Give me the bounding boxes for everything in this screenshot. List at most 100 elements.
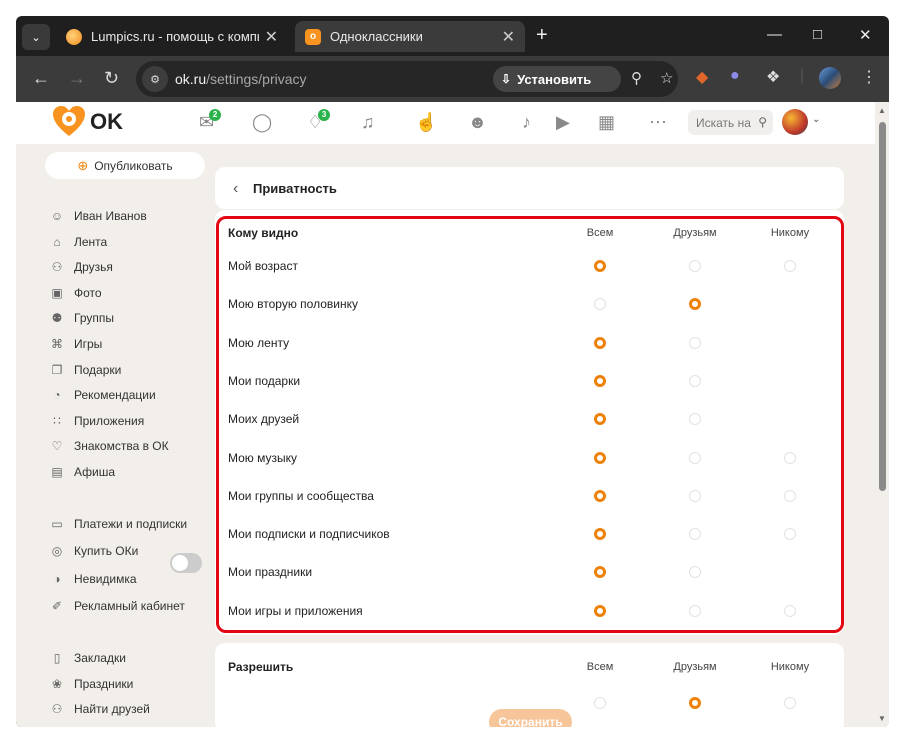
- sidebar-item[interactable]: ◎ Купить ОКи: [49, 541, 139, 561]
- tab-title: Lumpics.ru - помощь с компьютером: [91, 29, 259, 44]
- sidebar-item[interactable]: ⚉ Группы: [49, 308, 114, 328]
- sidebar-item[interactable]: ◑ Невидимка: [49, 569, 136, 589]
- user-avatar[interactable]: [782, 109, 808, 135]
- sidebar-item[interactable]: ▭ Платежи и подписки: [49, 514, 187, 534]
- apps-grid-icon[interactable]: ⋯: [649, 112, 667, 132]
- sidebar-item[interactable]: ∷ Приложения: [49, 411, 144, 431]
- sidebar-item-label: Закладки: [74, 651, 126, 665]
- ok-logo[interactable]: OK: [52, 106, 123, 138]
- sidebar-item[interactable]: ❀ Праздники: [49, 674, 133, 694]
- invisible-icon: ◑: [53, 571, 61, 586]
- sidebar-item-label: Рекламный кабинет: [74, 598, 185, 613]
- sidebar-item[interactable]: ❐ Подарки: [49, 360, 122, 380]
- sidebar-item[interactable]: ☺ Иван Иванов: [49, 206, 147, 226]
- address-bar[interactable]: ⚙ ok.ru/settings/privacy ⇩ Установить ⚲ ☆: [136, 61, 678, 97]
- sidebar-item[interactable]: ⌘ Игры: [49, 334, 102, 354]
- sidebar-item[interactable]: ⚇ Друзья: [49, 257, 113, 277]
- invisible-toggle[interactable]: [170, 553, 202, 573]
- close-tab-icon[interactable]: ✕: [265, 27, 278, 47]
- music-icon[interactable]: ♪: [522, 112, 531, 132]
- search-input[interactable]: Искать на сайте ⚲: [688, 110, 773, 135]
- party-icon: ❀: [51, 676, 63, 691]
- install-app-button[interactable]: ⇩ Установить: [493, 66, 621, 92]
- forward-icon[interactable]: →: [68, 69, 86, 87]
- sidebar-item-label: Праздники: [74, 676, 134, 691]
- plus-icon: ⊕: [77, 157, 89, 173]
- browser-menu-icon[interactable]: ⋮: [861, 67, 877, 87]
- sidebar-item-label: Купить ОКи: [74, 544, 139, 559]
- fox-extension-icon[interactable]: ◆: [696, 67, 708, 87]
- messages-icon[interactable]: ✉ 2: [199, 109, 222, 132]
- url-text[interactable]: ok.ru/settings/privacy: [175, 71, 307, 87]
- ok-favicon-icon: o: [305, 28, 321, 45]
- sidebar-item[interactable]: ▤ Афиша: [49, 462, 115, 482]
- sidebar-item-label: Найти друзей: [74, 702, 150, 717]
- sidebar-item[interactable]: ⓂМодератор ОК: [49, 725, 156, 727]
- page-scrollbar[interactable]: ▲ ▼: [875, 102, 889, 727]
- apps-icon: ∷: [53, 413, 61, 428]
- search-placeholder: Искать на сайте: [696, 115, 754, 130]
- save-button[interactable]: Сохранить: [489, 709, 572, 727]
- calendar-icon[interactable]: ▦: [598, 112, 615, 132]
- tab-odnoklassniki[interactable]: o Одноклассники ✕: [295, 21, 525, 52]
- sidebar-item-label: Приложения: [74, 413, 145, 428]
- ghost-extension-icon[interactable]: ●: [730, 67, 740, 85]
- zoom-icon[interactable]: ⚲: [631, 69, 642, 87]
- close-tab-icon[interactable]: ✕: [502, 27, 515, 47]
- compass-icon: ◔: [53, 388, 61, 403]
- sidebar-item[interactable]: ▣ Фото: [49, 283, 102, 303]
- publish-button[interactable]: ⊕ Опубликовать: [45, 152, 205, 179]
- back-icon[interactable]: ←: [32, 69, 50, 87]
- card-icon: ▭: [51, 517, 63, 531]
- tab-search-button[interactable]: ⌄: [22, 24, 50, 50]
- browser-profile-avatar[interactable]: [819, 67, 841, 89]
- guests-icon[interactable]: ♫: [361, 112, 375, 132]
- reload-icon[interactable]: ↻: [104, 69, 119, 87]
- user-icon: ☺: [50, 209, 64, 223]
- publish-label: Опубликовать: [94, 158, 173, 173]
- sidebar-item[interactable]: ⌂ Лента: [49, 232, 107, 252]
- browser-window: ⌄ Lumpics.ru - помощь с компьютером ✕ o …: [16, 16, 889, 727]
- groups-icon: ⚉: [51, 311, 63, 326]
- sidebar-item[interactable]: ♡ Знакомства в ОК: [49, 436, 169, 456]
- minimize-icon[interactable]: —: [767, 26, 782, 43]
- back-chevron-icon[interactable]: ‹: [233, 180, 238, 198]
- sidebar-item[interactable]: ▯ Закладки: [49, 648, 126, 668]
- sidebar-item[interactable]: ◔ Рекомендации: [49, 385, 155, 405]
- sidebar-item-label: Фото: [74, 285, 102, 300]
- scroll-up-icon[interactable]: ▲: [878, 106, 886, 115]
- new-tab-icon[interactable]: +: [536, 25, 548, 45]
- video-icon[interactable]: ▶: [556, 112, 570, 132]
- likes-icon[interactable]: ☝: [415, 112, 437, 132]
- close-window-icon[interactable]: ✕: [859, 26, 872, 44]
- friends-header-icon[interactable]: ☻: [468, 112, 487, 132]
- install-label: Установить: [517, 71, 592, 87]
- tab-title: Одноклассники: [330, 29, 423, 44]
- search-icon: ⚲: [758, 115, 767, 129]
- section-header: Разрешить: [228, 660, 294, 674]
- page-viewport: OK ✉2 ◯ ♢3 ♫ ☝ ☻ ♪ ▶ ▦ ⋯ Искать на сайте…: [16, 102, 889, 727]
- scrollbar-thumb[interactable]: [879, 122, 886, 491]
- tab-lumpics[interactable]: Lumpics.ru - помощь с компьютером ✕: [56, 21, 288, 52]
- privacy-radio[interactable]: [689, 697, 701, 709]
- sidebar-item-label: Группы: [74, 311, 114, 326]
- gift-icon: ❐: [51, 362, 63, 377]
- sidebar-item-label: Платежи и подписки: [74, 517, 188, 531]
- tab-bar: ⌄ Lumpics.ru - помощь с компьютером ✕ o …: [16, 16, 889, 56]
- site-settings-icon[interactable]: ⚙: [142, 66, 168, 92]
- discussions-icon[interactable]: ◯: [252, 112, 272, 132]
- notifications-icon[interactable]: ♢ 3: [307, 109, 331, 132]
- friends-icon: ⚇: [51, 260, 63, 275]
- scroll-down-icon[interactable]: ▼: [878, 714, 886, 723]
- sidebar-item[interactable]: ⚇ Найти друзей: [49, 699, 150, 719]
- sidebar-item-label: Подарки: [74, 362, 122, 377]
- sidebar-item-label: Лента: [74, 234, 108, 249]
- privacy-radio[interactable]: [594, 697, 606, 709]
- sidebar-item[interactable]: ✐ Рекламный кабинет: [49, 596, 185, 616]
- column-header: Всем: [586, 661, 614, 673]
- maximize-icon[interactable]: □: [813, 26, 822, 43]
- chevron-down-icon[interactable]: ⌄: [812, 114, 820, 125]
- extensions-puzzle-icon[interactable]: ❖: [766, 67, 780, 87]
- privacy-radio[interactable]: [784, 697, 796, 709]
- bookmark-star-icon[interactable]: ☆: [660, 69, 673, 87]
